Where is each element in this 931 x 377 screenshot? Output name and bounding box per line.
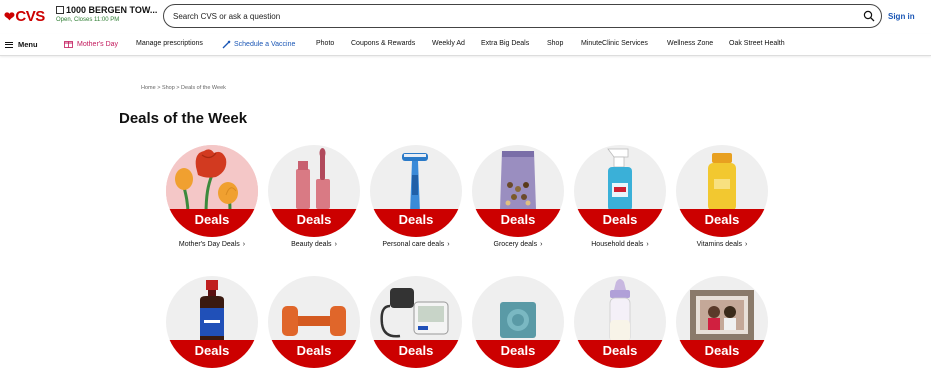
tulips-icon — [166, 145, 258, 215]
deal-tile-fitness[interactable]: Deals — [268, 276, 360, 368]
nav-shop[interactable]: Shop — [547, 40, 563, 47]
snack-bag-icon — [500, 151, 536, 209]
chevron-right-icon: › — [242, 241, 246, 248]
chevron-right-icon: › — [334, 241, 337, 248]
deal-tile-personal-care[interactable]: Deals Personal care deals › — [370, 145, 462, 248]
deals-badge: Deals — [574, 340, 666, 368]
tile-label: Vitamins deals — [696, 241, 743, 248]
blood-pressure-monitor-icon — [380, 288, 449, 338]
breadcrumb[interactable]: Home > Shop > Deals of the Week — [141, 85, 226, 91]
deals-badge: Deals — [166, 340, 258, 368]
nav-extra-big-deals[interactable]: Extra Big Deals — [481, 40, 529, 47]
chevron-right-icon: › — [646, 241, 649, 248]
tile-label: Household deals — [591, 241, 644, 248]
nav-manage-prescriptions[interactable]: Manage prescriptions — [136, 40, 203, 47]
logo-text: CVS — [15, 8, 45, 25]
store-icon — [56, 6, 64, 14]
deals-badge: Deals — [370, 340, 462, 368]
photo-frame-icon — [690, 290, 754, 340]
deals-badge: Deals — [370, 209, 462, 237]
tile-label: Personal care deals — [382, 241, 445, 248]
tile-label: Grocery deals — [493, 241, 538, 248]
store-name: 1000 BERGEN TOW... — [66, 5, 158, 15]
deals-badge: Deals — [472, 340, 564, 368]
chevron-right-icon: › — [540, 241, 543, 248]
cvs-logo[interactable]: ❤ CVS — [4, 8, 45, 25]
nav-photo[interactable]: Photo — [316, 40, 334, 47]
nav-mothers-day[interactable]: Mother's Day — [64, 40, 118, 48]
sign-in-link[interactable]: Sign in — [888, 12, 915, 21]
store-hours: Open, Closes 11:00 PM — [56, 17, 120, 23]
main-nav: Menu Mother's Day Manage prescriptions S… — [0, 34, 931, 56]
lipgloss-icon — [296, 148, 330, 209]
nav-oak-street-health[interactable]: Oak Street Health — [729, 40, 785, 47]
tile-label: Mother's Day Deals — [178, 241, 240, 248]
nav-wellness-zone[interactable]: Wellness Zone — [667, 40, 713, 47]
spray-bottle-icon — [607, 148, 632, 211]
deals-badge: Deals — [268, 209, 360, 237]
deals-badge: Deals — [676, 209, 768, 237]
deal-tile-health-devices[interactable]: Deals — [370, 276, 462, 368]
nav-weekly-ad[interactable]: Weekly Ad — [432, 40, 465, 47]
deals-badge: Deals — [472, 209, 564, 237]
heart-icon: ❤ — [4, 8, 15, 24]
deal-tile-photo[interactable]: Deals — [676, 276, 768, 368]
deal-tile-baby[interactable]: Deals — [574, 276, 666, 368]
deal-tile-mothers-day[interactable]: Deals Mother's Day Deals › — [166, 145, 258, 248]
medicine-bottle-icon — [200, 280, 224, 342]
deals-badge: Deals — [676, 340, 768, 368]
nav-coupons-rewards[interactable]: Coupons & Rewards — [351, 40, 415, 47]
deals-badge: Deals — [268, 340, 360, 368]
menu-button[interactable]: Menu — [5, 40, 38, 49]
chevron-right-icon: › — [745, 241, 748, 248]
deal-tile-beauty[interactable]: Deals Beauty deals › — [268, 145, 360, 248]
deal-tile-sexual-health[interactable]: Deals — [472, 276, 564, 368]
deal-tile-grocery[interactable]: Deals Grocery deals › — [472, 145, 564, 248]
chevron-right-icon: › — [447, 241, 450, 248]
deal-tile-household[interactable]: Deals Household deals › — [574, 145, 666, 248]
search-icon[interactable] — [863, 10, 875, 22]
search-input[interactable] — [173, 11, 833, 21]
deal-tile-vitamins[interactable]: Deals Vitamins deals › — [676, 145, 768, 248]
search-bar — [163, 4, 882, 28]
gift-icon — [64, 41, 73, 48]
hamburger-icon — [5, 40, 13, 49]
page-title: Deals of the Week — [119, 110, 248, 127]
deals-badge: Deals — [574, 209, 666, 237]
condom-icon — [500, 302, 536, 338]
deals-badge: Deals — [166, 209, 258, 237]
store-selector[interactable]: 1000 BERGEN TOW... Open, Closes 11:00 PM — [56, 5, 157, 23]
baby-bottle-icon — [609, 279, 631, 343]
nav-schedule-vaccine[interactable]: Schedule a Vaccine — [222, 40, 295, 49]
dumbbell-icon — [282, 306, 346, 336]
top-header: ❤ CVS 1000 BERGEN TOW... Open, Closes 11… — [0, 0, 931, 34]
razor-icon — [402, 153, 428, 213]
vitamin-bottle-icon — [708, 153, 736, 211]
syringe-icon — [222, 40, 231, 49]
deal-tile-medicine[interactable]: Deals — [166, 276, 258, 368]
nav-minuteclinic[interactable]: MinuteClinic Services — [581, 40, 648, 47]
tile-label: Beauty deals — [291, 241, 332, 248]
